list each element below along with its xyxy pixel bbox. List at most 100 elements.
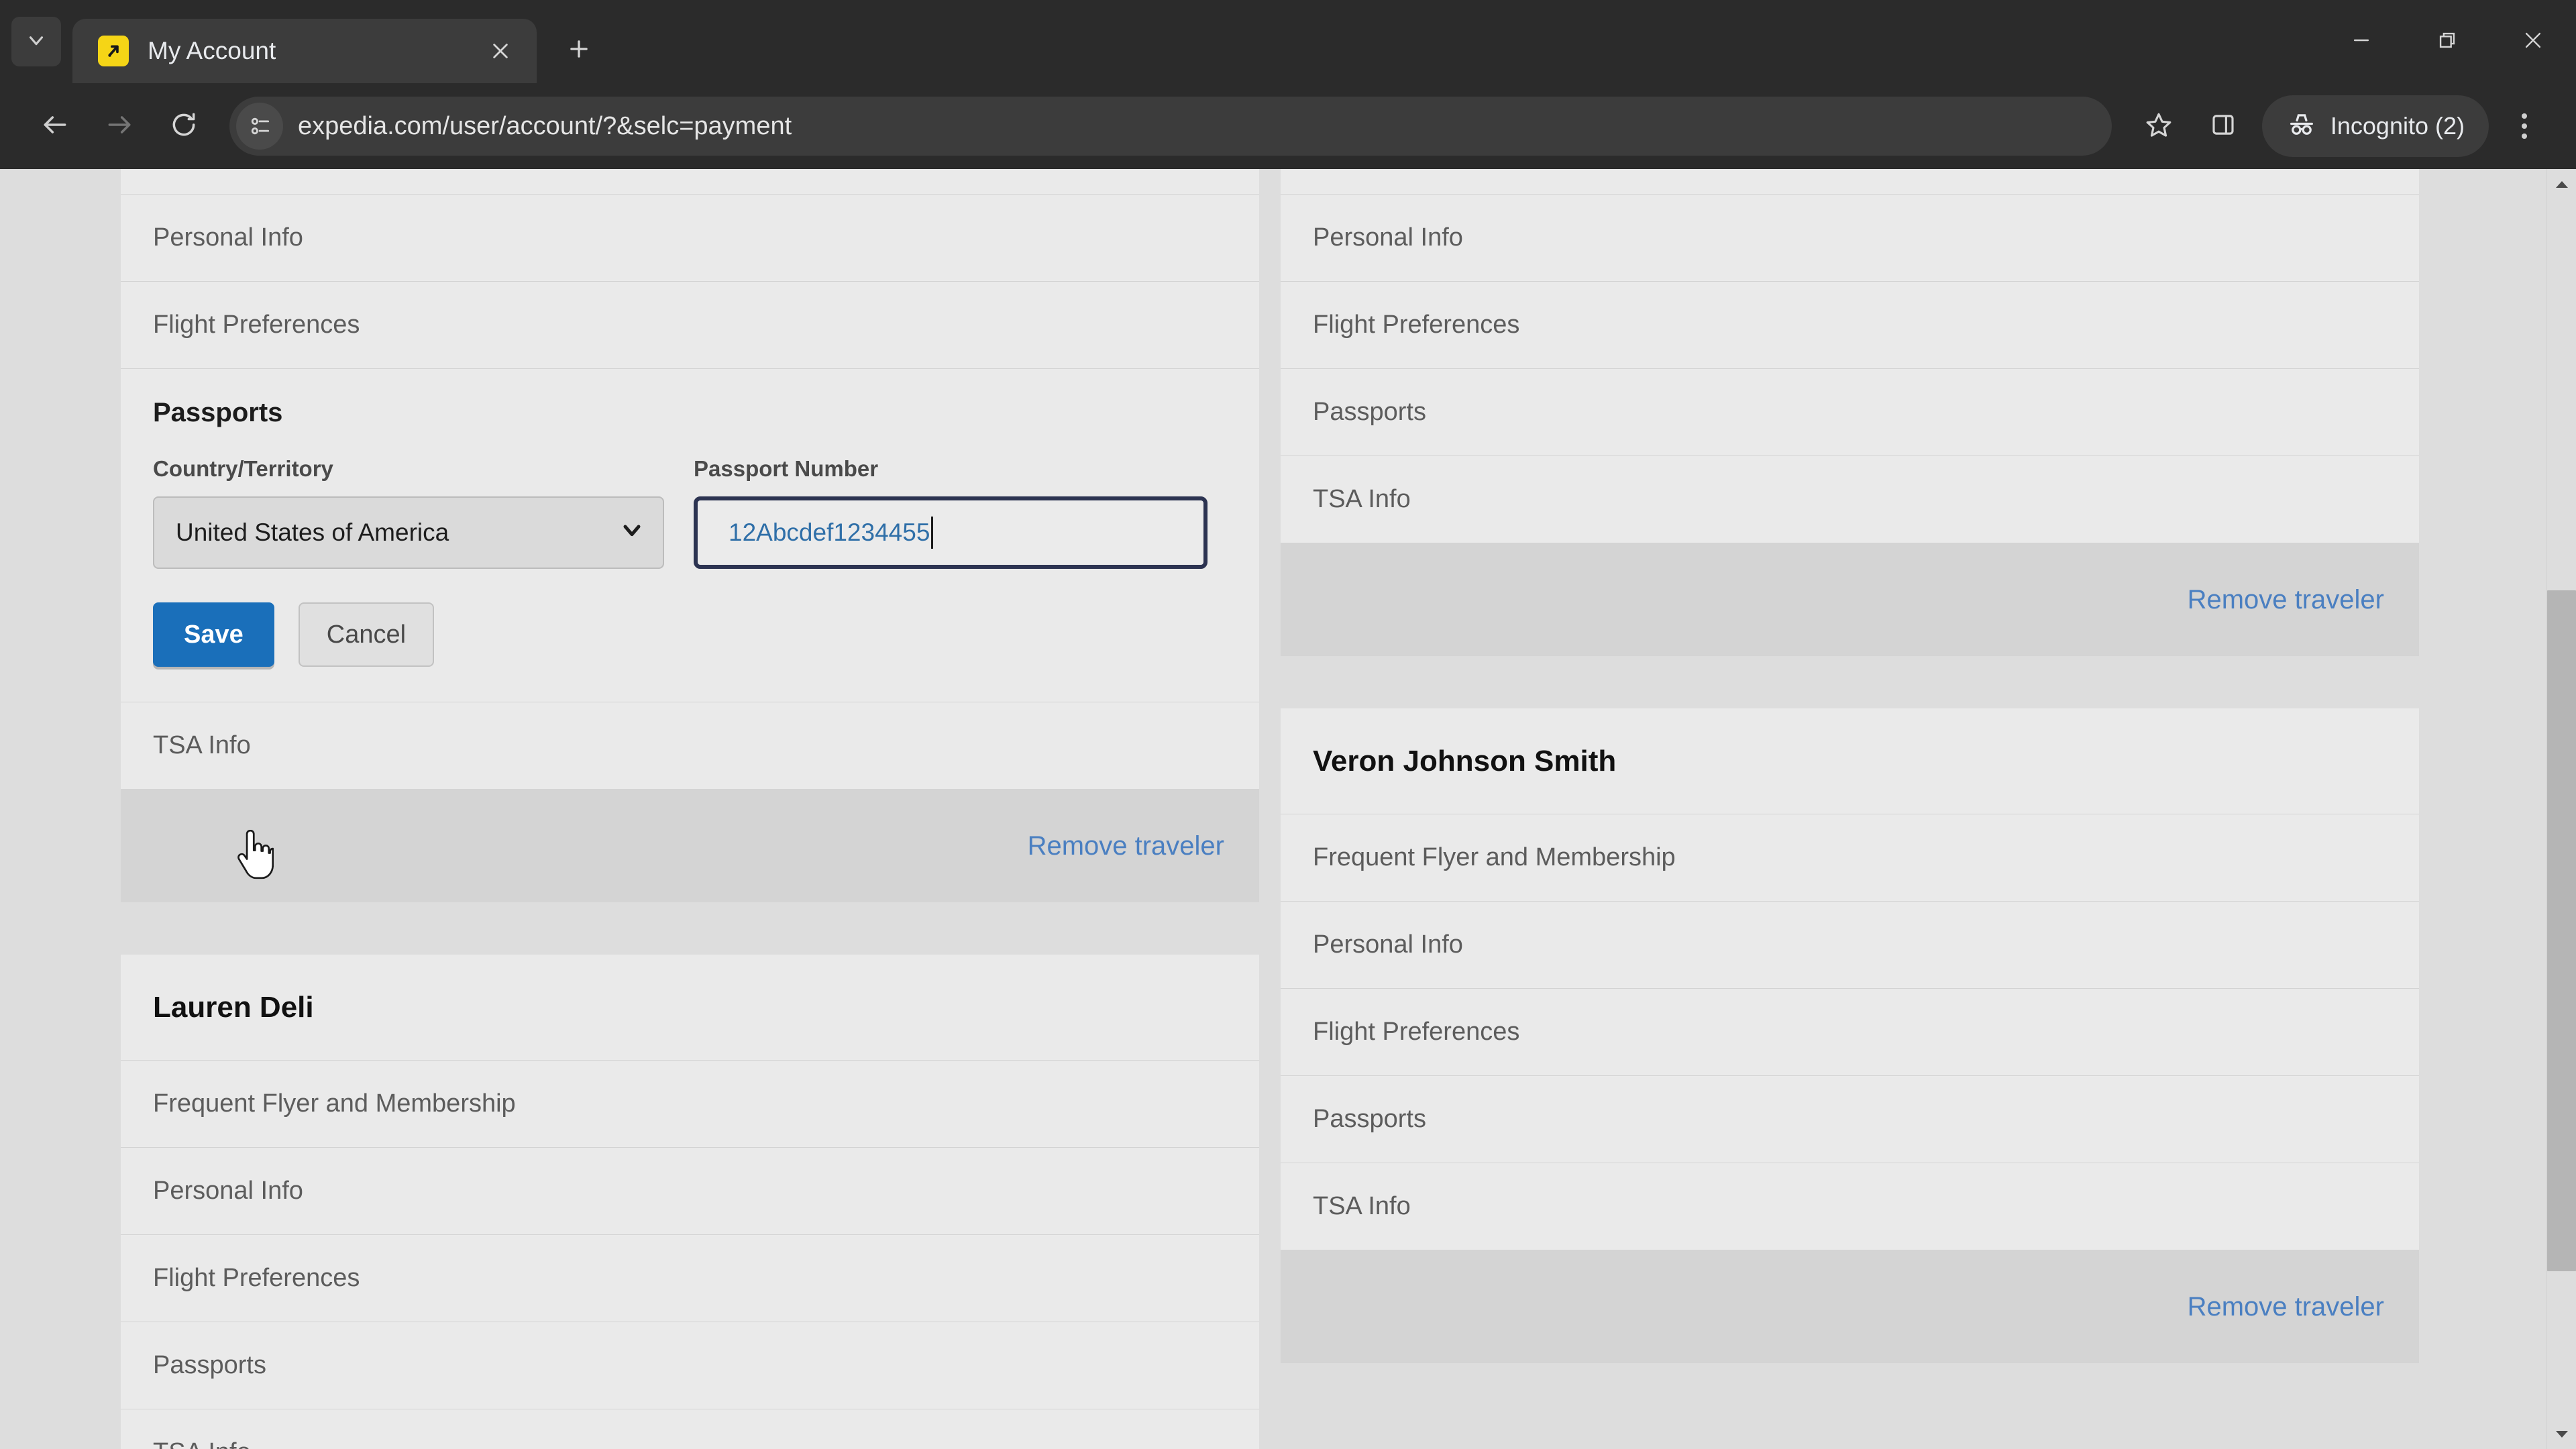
passport-number-label: Passport Number (694, 456, 879, 481)
remove-traveler-row: Remove traveler (121, 790, 1259, 902)
side-panel-button[interactable] (2191, 94, 2255, 158)
side-panel-icon (2209, 111, 2237, 142)
sidebar-item-personal-info[interactable]: Personal Info (1281, 195, 2419, 282)
traveler-name-row: Veron Johnson Smith (1281, 708, 2419, 814)
sidebar-item-tsa-info[interactable]: TSA Info (121, 702, 1259, 790)
url-text[interactable]: expedia.com/user/account/?&selc=payment (298, 112, 2100, 141)
text-caret (931, 517, 934, 549)
acc-label: Frequent Flyer and Membership (153, 1089, 516, 1118)
acc-label: Personal Info (1313, 930, 1463, 959)
tab-list-button[interactable] (11, 17, 61, 66)
plus-icon (566, 36, 592, 65)
close-window-button[interactable] (2490, 0, 2576, 83)
back-button[interactable] (23, 94, 87, 158)
sidebar-item-frequent-flyer[interactable]: Frequent Flyer and Membership (1281, 814, 2419, 902)
sidebar-item-frequent-flyer[interactable]: Frequent Flyer and Membership (121, 1061, 1259, 1148)
incognito-label: Incognito (2) (2330, 112, 2465, 140)
traveler-card-left-1: Personal Info Flight Preferences Passpor… (121, 169, 1259, 902)
sidebar-item-personal-info[interactable]: Personal Info (121, 195, 1259, 282)
acc-label: Flight Preferences (1313, 311, 1520, 339)
scrollbar-thumb[interactable] (2547, 590, 2576, 1271)
passport-number-input[interactable]: 12Abcdef1234455 (694, 496, 1208, 569)
acc-label: Frequent Flyer and Membership (1313, 843, 1676, 871)
site-settings-icon[interactable] (236, 103, 283, 150)
sidebar-item-passports[interactable]: Passports (1281, 369, 2419, 456)
sidebar-item-tsa-info[interactable]: TSA Info (1281, 1163, 2419, 1250)
maximize-restore-button[interactable] (2404, 0, 2490, 83)
acc-label: Flight Preferences (153, 1264, 360, 1292)
scroll-down-arrow-icon[interactable] (2546, 1419, 2576, 1449)
traveler-card-right-1: Personal Info Flight Preferences Passpor… (1281, 169, 2419, 656)
bookmark-button[interactable] (2127, 94, 2191, 158)
partial-row-top (1281, 169, 2419, 195)
sidebar-item-flight-preferences[interactable]: Flight Preferences (121, 1235, 1259, 1322)
sidebar-item-tsa-info[interactable]: TSA Info (121, 1409, 1259, 1449)
page-viewport: Personal Info Flight Preferences Passpor… (0, 169, 2576, 1449)
new-tab-button[interactable] (553, 24, 605, 76)
sidebar-item-flight-preferences[interactable]: Flight Preferences (1281, 282, 2419, 369)
right-column: Personal Info Flight Preferences Passpor… (1281, 169, 2419, 1449)
vertical-scrollbar[interactable] (2546, 169, 2576, 1449)
country-select[interactable]: United States of America (153, 496, 664, 569)
remove-traveler-link[interactable]: Remove traveler (2188, 1292, 2384, 1322)
traveler-card-left-2: Lauren Deli Frequent Flyer and Membershi… (121, 955, 1259, 1449)
expedia-favicon-icon (98, 36, 129, 66)
acc-label: TSA Info (1313, 1192, 1411, 1220)
restore-icon (2436, 29, 2459, 55)
account-travelers-page: Personal Info Flight Preferences Passpor… (0, 169, 2546, 1449)
country-label: Country/Territory (153, 456, 333, 481)
acc-label: Personal Info (1313, 223, 1463, 252)
acc-label: Personal Info (153, 1177, 303, 1205)
acc-label: TSA Info (153, 1438, 251, 1449)
three-dot-menu-icon[interactable] (2496, 94, 2553, 158)
minimize-icon (2350, 29, 2373, 55)
back-arrow-icon (40, 110, 70, 143)
tab-title: My Account (148, 37, 276, 64)
sidebar-item-passports[interactable]: Passports (121, 1322, 1259, 1409)
acc-label: Passports (1313, 1105, 1426, 1133)
minimize-button[interactable] (2318, 0, 2404, 83)
close-icon (2522, 29, 2544, 55)
tab-close-button[interactable] (482, 32, 519, 70)
remove-traveler-link[interactable]: Remove traveler (2188, 585, 2384, 615)
acc-label: Passports (1313, 398, 1426, 426)
passport-form: Country/Territory United States of Ameri… (153, 456, 1227, 702)
save-button[interactable]: Save (153, 602, 274, 667)
browser-window: My Account expedia.com/user/account/?&se… (0, 0, 2576, 1449)
browser-tab[interactable]: My Account (72, 19, 537, 83)
sidebar-item-personal-info[interactable]: Personal Info (1281, 902, 2419, 989)
remove-traveler-row: Remove traveler (1281, 543, 2419, 656)
scroll-up-arrow-icon[interactable] (2546, 169, 2576, 199)
menu-dot (2522, 123, 2527, 129)
cancel-button[interactable]: Cancel (298, 602, 435, 667)
address-bar[interactable]: expedia.com/user/account/?&selc=payment (229, 97, 2112, 156)
incognito-indicator[interactable]: Incognito (2) (2261, 95, 2489, 157)
reload-button[interactable] (152, 94, 216, 158)
sidebar-item-flight-preferences[interactable]: Flight Preferences (121, 282, 1259, 369)
country-field-group: Country/Territory United States of Ameri… (153, 456, 664, 569)
forward-button[interactable] (87, 94, 152, 158)
passport-field-row: Country/Territory United States of Ameri… (153, 456, 1227, 569)
acc-label: Passports (153, 1351, 266, 1379)
title-bar: My Account (0, 0, 2576, 83)
passports-heading: Passports (153, 397, 283, 427)
menu-dot (2522, 113, 2527, 119)
acc-label: Flight Preferences (1313, 1018, 1520, 1046)
chevron-down-icon (619, 517, 645, 549)
window-controls (2318, 0, 2576, 83)
sidebar-item-flight-preferences[interactable]: Flight Preferences (1281, 989, 2419, 1076)
sidebar-item-tsa-info[interactable]: TSA Info (1281, 456, 2419, 543)
acc-label: TSA Info (153, 731, 251, 759)
acc-label: Personal Info (153, 223, 303, 252)
menu-dot (2522, 133, 2527, 139)
sidebar-item-personal-info[interactable]: Personal Info (121, 1148, 1259, 1235)
toolbar-actions: Incognito (2) (2127, 94, 2553, 158)
remove-traveler-row: Remove traveler (1281, 1250, 2419, 1363)
passports-header[interactable]: Passports (153, 369, 1227, 456)
card-spacer (1281, 656, 2419, 708)
card-spacer (121, 902, 1259, 955)
remove-traveler-link[interactable]: Remove traveler (1028, 831, 1224, 861)
passports-expanded-section: Passports Country/Territory United State… (121, 369, 1259, 702)
sidebar-item-passports[interactable]: Passports (1281, 1076, 2419, 1163)
traveler-card-right-2: Veron Johnson Smith Frequent Flyer and M… (1281, 708, 2419, 1363)
